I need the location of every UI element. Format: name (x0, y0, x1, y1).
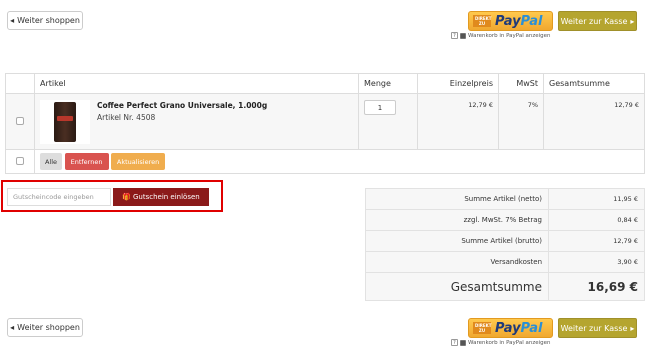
redeem-coupon-button[interactable]: 🎁 Gutschein einlösen (113, 188, 209, 206)
totals-table: Summe Artikel (netto) 11,95 € zzgl. MwSt… (365, 188, 645, 301)
cart-header-row: Artikel Menge Einzelpreis MwSt Gesamtsum… (5, 73, 645, 94)
paypal-cart-checkbox[interactable] (460, 339, 466, 346)
totals-row: Summe Artikel (netto) 11,95 € (365, 188, 645, 210)
cart-table: Artikel Menge Einzelpreis MwSt Gesamtsum… (5, 73, 645, 174)
grand-total-label: Gesamtsumme (365, 272, 549, 301)
continue-shopping-label: Weiter shoppen (17, 16, 80, 25)
totals-value: 0,84 € (548, 209, 645, 231)
continue-shopping-button-bottom[interactable]: ◂ Weiter shoppen (7, 318, 83, 337)
paypal-pal-text: Pal (520, 320, 543, 336)
checkout-button[interactable]: Weiter zur Kasse ▸ (558, 11, 637, 31)
paypal-pay-text: Pay (495, 320, 521, 336)
paypal-cart-checkbox[interactable] (460, 32, 466, 39)
paypal-pal-text: Pal (520, 13, 543, 29)
totals-value: 12,79 € (548, 230, 645, 252)
item-checkbox[interactable] (16, 116, 24, 125)
redeem-coupon-label: Gutschein einlösen (132, 193, 200, 201)
totals-row: Versandkosten 3,90 € (365, 251, 645, 273)
cart-actions-row: Alle Entfernen Aktualisieren (5, 149, 645, 174)
totals-value: 11,95 € (548, 188, 645, 210)
item-article-cell: Coffee Perfect Grano Universale, 1.000g … (34, 93, 359, 150)
paypal-logo: PayPal (495, 14, 542, 29)
paypal-direkt-label: DIREKT ZU (473, 322, 492, 334)
totals-row: zzgl. MwSt. 7% Betrag 0,84 € (365, 209, 645, 231)
caret-left-icon: ◂ (10, 16, 15, 25)
item-qty-cell: 1 (358, 93, 418, 150)
header-vat: MwSt (498, 73, 544, 94)
caret-right-icon: ▸ (630, 323, 635, 333)
header-article: Artikel (34, 73, 359, 94)
select-all-button[interactable]: Alle (40, 153, 62, 170)
product-name[interactable]: Coffee Perfect Grano Universale, 1.000g (97, 101, 267, 110)
grand-total-value: 16,69 € (548, 272, 645, 301)
actions-select-cell (5, 149, 35, 174)
coupon-input[interactable]: Gutscheincode eingeben (7, 188, 111, 206)
help-icon[interactable]: ? (451, 339, 458, 346)
totals-row: Summe Artikel (brutto) 12,79 € (365, 230, 645, 252)
header-qty: Menge (358, 73, 418, 94)
checkout-button-bottom[interactable]: Weiter zur Kasse ▸ (558, 318, 637, 338)
checkout-label: Weiter zur Kasse (560, 16, 628, 26)
paypal-express-button[interactable]: DIREKT ZU PayPal (468, 11, 553, 31)
continue-shopping-label: Weiter shoppen (17, 323, 80, 332)
help-icon[interactable]: ? (451, 32, 458, 39)
product-sku: Artikel Nr. 4508 (97, 113, 156, 122)
totals-label: Summe Artikel (brutto) (365, 230, 549, 252)
checkout-label: Weiter zur Kasse (560, 323, 628, 333)
totals-value: 3,90 € (548, 251, 645, 273)
continue-shopping-button[interactable]: ◂ Weiter shoppen (7, 11, 83, 30)
paypal-cart-option: ? Warenkorb in PayPal anzeigen (451, 32, 551, 39)
quantity-input[interactable]: 1 (364, 100, 396, 115)
item-select-cell (5, 93, 35, 150)
totals-label: Versandkosten (365, 251, 549, 273)
paypal-cart-label: Warenkorb in PayPal anzeigen (468, 32, 551, 39)
coupon-highlight-box: Gutscheincode eingeben 🎁 Gutschein einlö… (1, 180, 223, 212)
item-total: 12,79 € (543, 93, 645, 150)
update-button[interactable]: Aktualisieren (111, 153, 166, 170)
select-all-checkbox[interactable] (16, 156, 24, 165)
paypal-direkt-label: DIREKT ZU (473, 15, 492, 27)
grand-total-row: Gesamtsumme 16,69 € (365, 272, 645, 301)
paypal-express-button-bottom[interactable]: DIREKT ZU PayPal (468, 318, 553, 338)
caret-right-icon: ▸ (630, 16, 635, 26)
item-vat: 7% (498, 93, 544, 150)
remove-button[interactable]: Entfernen (64, 153, 109, 170)
cart-item-row: Coffee Perfect Grano Universale, 1.000g … (5, 93, 645, 150)
caret-left-icon: ◂ (10, 323, 15, 332)
paypal-cart-label: Warenkorb in PayPal anzeigen (468, 339, 551, 346)
paypal-logo: PayPal (495, 321, 542, 336)
totals-label: zzgl. MwSt. 7% Betrag (365, 209, 549, 231)
product-image[interactable] (40, 100, 90, 144)
totals-label: Summe Artikel (netto) (365, 188, 549, 210)
paypal-cart-option-bottom: ? Warenkorb in PayPal anzeigen (451, 339, 551, 346)
gift-icon: 🎁 (122, 193, 131, 201)
header-unit-price: Einzelpreis (417, 73, 499, 94)
header-select-cell (5, 73, 35, 94)
header-total: Gesamtsumme (543, 73, 645, 94)
actions-cell: Alle Entfernen Aktualisieren (34, 149, 645, 174)
paypal-pay-text: Pay (495, 13, 521, 29)
item-unit-price: 12,79 € (417, 93, 499, 150)
coffee-bag-icon (54, 102, 76, 142)
